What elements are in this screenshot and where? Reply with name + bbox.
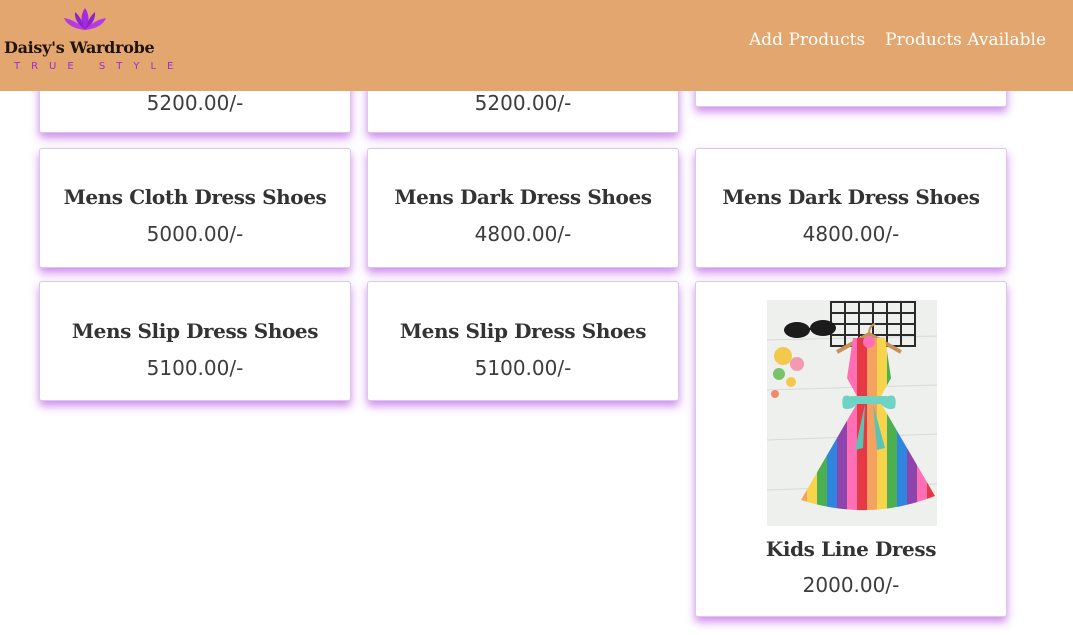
product-price: 5100.00/- (474, 356, 572, 380)
product-price: 5200.00/- (474, 91, 572, 115)
lotus-icon (64, 8, 106, 30)
product-price: 5100.00/- (146, 356, 244, 380)
product-image[interactable] (767, 300, 937, 526)
product-title: Mens Dark Dress Shoes (722, 185, 980, 209)
product-price: 4800.00/- (802, 222, 900, 246)
product-card[interactable]: Mens Slip Dress Shoes 5100.00/- (39, 281, 351, 401)
product-card[interactable]: Mens Cloth Dress Shoes 5000.00/- (39, 148, 351, 268)
nav-products-available[interactable]: Products Available (885, 30, 1046, 50)
product-price: 4800.00/- (474, 222, 572, 246)
product-price: 5000.00/- (146, 222, 244, 246)
page: 5200.00/- 5200.00/- Mens Cloth Dress Sho… (0, 0, 1073, 635)
product-card[interactable]: Mens Slip Dress Shoes 5100.00/- (367, 281, 679, 401)
brand-logo[interactable]: Daisy's Wardrobe TRUE STYLE (4, 6, 173, 76)
product-title: Mens Slip Dress Shoes (71, 319, 319, 343)
top-header: Daisy's Wardrobe TRUE STYLE Add Products… (0, 0, 1073, 91)
product-price: 2000.00/- (802, 573, 900, 597)
brand-name: Daisy's Wardrobe (4, 38, 155, 57)
product-card[interactable]: Mens Dark Dress Shoes 4800.00/- (367, 148, 679, 268)
brand-tagline: TRUE STYLE (14, 61, 185, 72)
product-title: Mens Cloth Dress Shoes (63, 185, 327, 209)
product-card[interactable]: Kids Line Dress 2000.00/- (695, 281, 1007, 617)
product-title: Mens Dark Dress Shoes (394, 185, 652, 209)
nav-add-products[interactable]: Add Products (749, 30, 865, 50)
product-title: Kids Line Dress (765, 537, 937, 561)
main-nav: Add Products Products Available (749, 30, 1046, 50)
striped-dress-image (767, 300, 937, 526)
product-price: 5200.00/- (146, 91, 244, 115)
product-title: Mens Slip Dress Shoes (399, 319, 647, 343)
product-card[interactable]: Mens Dark Dress Shoes 4800.00/- (695, 148, 1007, 268)
